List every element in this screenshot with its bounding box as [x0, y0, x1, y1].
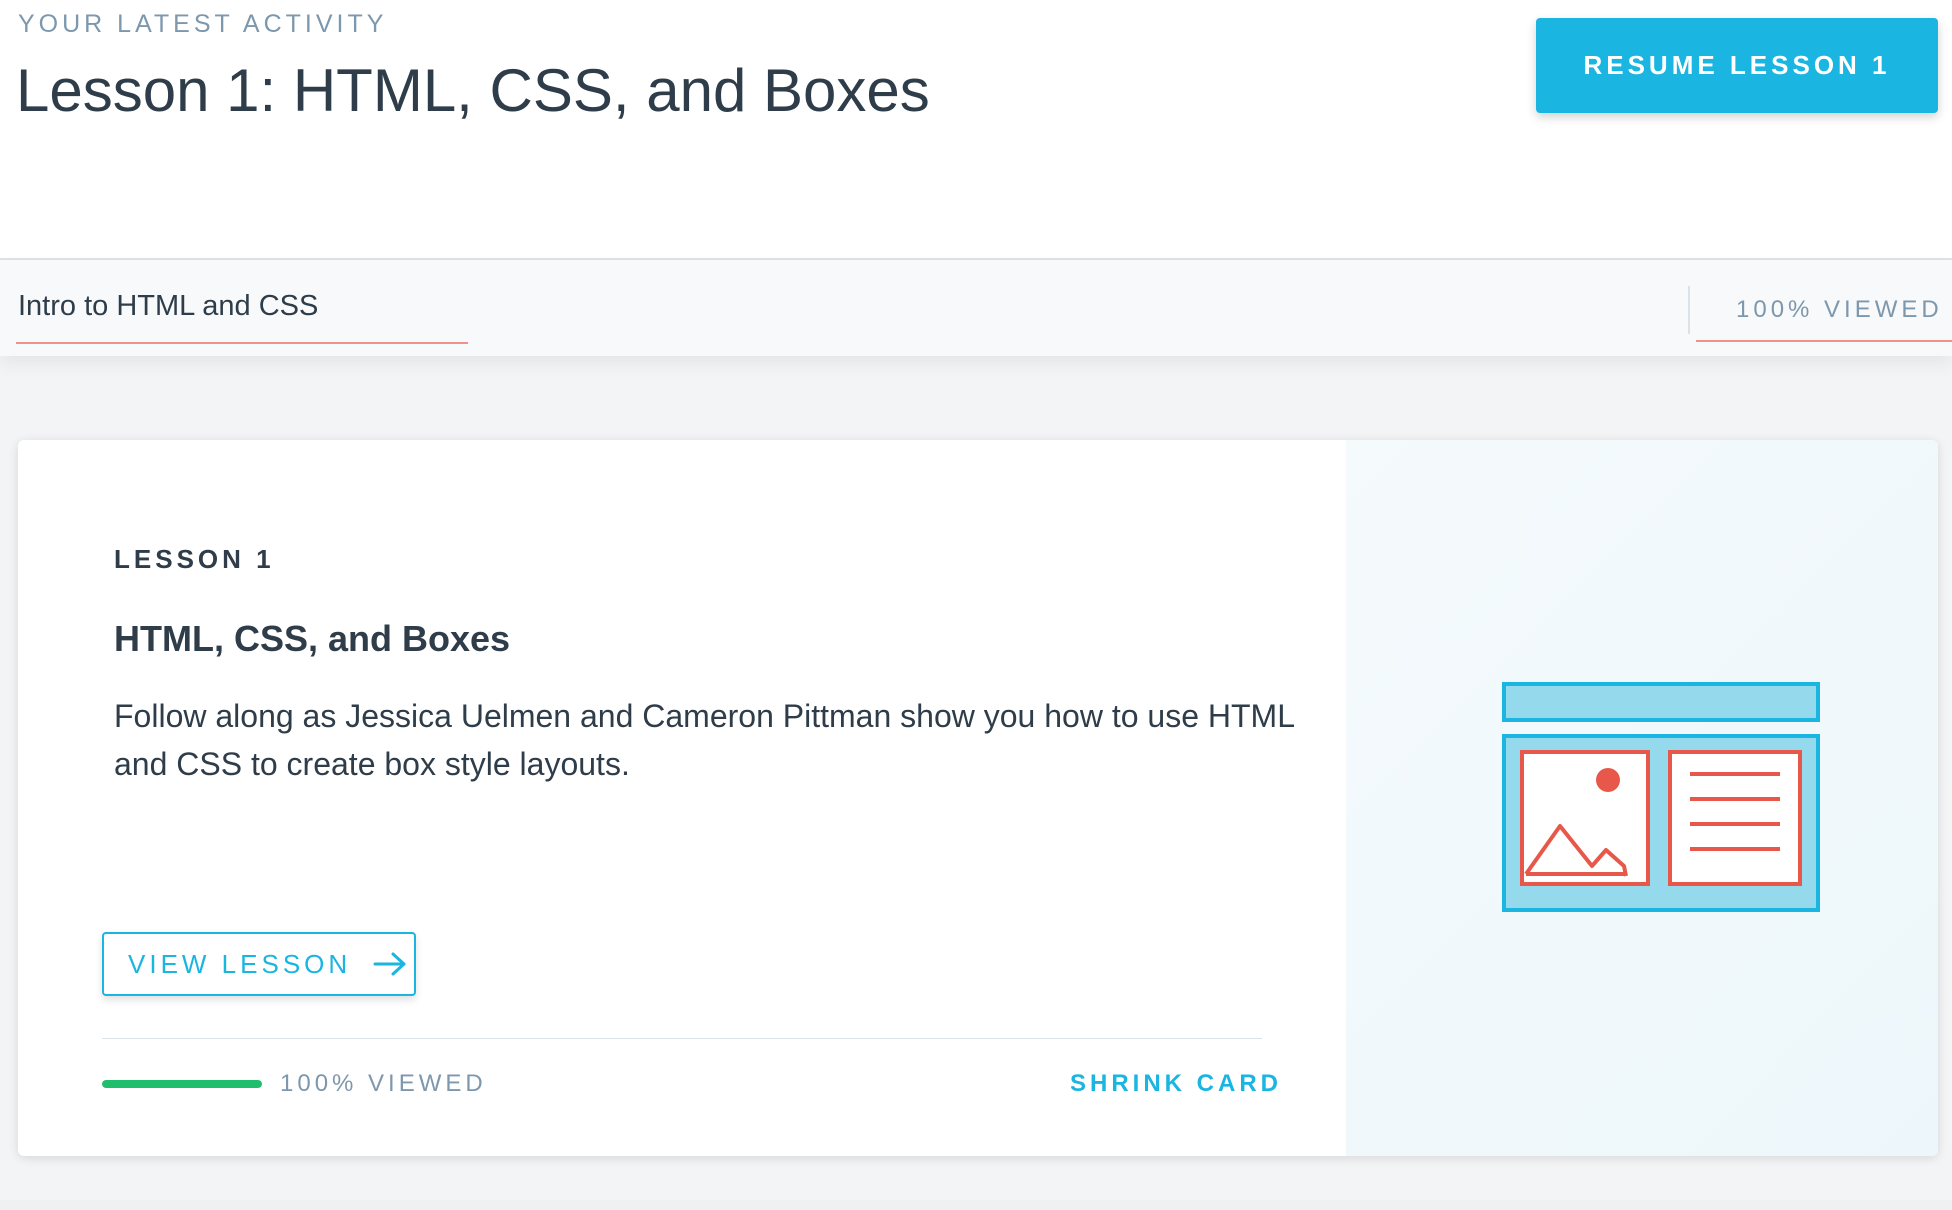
concept-link[interactable]: Intro to HTML and CSS [18, 290, 318, 323]
shrink-card-button[interactable]: SHRINK CARD [1070, 1070, 1282, 1098]
view-lesson-label: VIEW LESSON [128, 948, 352, 979]
arrow-right-icon [373, 951, 407, 977]
lesson-viewed-status: 100% VIEWED [280, 1070, 487, 1097]
lesson-card: LESSON 1 HTML, CSS, and Boxes Follow alo… [18, 440, 1938, 1156]
lesson-title: HTML, CSS, and Boxes [114, 618, 511, 659]
lesson-description: Follow along as Jessica Uelmen and Camer… [114, 698, 1294, 782]
concept-underline [16, 342, 468, 344]
webpage-layout-icon [1502, 682, 1820, 912]
next-section-edge [0, 1200, 1952, 1210]
subbar-divider [1688, 286, 1690, 334]
lesson-progress-bar [102, 1080, 262, 1088]
lesson-number: LESSON 1 [114, 544, 275, 574]
latest-activity-label: YOUR LATEST ACTIVITY [18, 10, 388, 38]
header: YOUR LATEST ACTIVITY Lesson 1: HTML, CSS… [0, 0, 1952, 260]
concept-viewed-status: 100% VIEWED [1736, 296, 1943, 323]
concept-bar: Intro to HTML and CSS 100% VIEWED [0, 260, 1952, 356]
view-lesson-button[interactable]: VIEW LESSON [102, 932, 416, 996]
card-divider [102, 1038, 1262, 1039]
lesson-progress-fill [102, 1080, 262, 1088]
resume-lesson-button[interactable]: RESUME LESSON 1 [1536, 18, 1938, 113]
viewed-underline [1696, 340, 1952, 342]
lesson-illustration [1346, 440, 1938, 1156]
page-title: Lesson 1: HTML, CSS, and Boxes [16, 57, 930, 124]
